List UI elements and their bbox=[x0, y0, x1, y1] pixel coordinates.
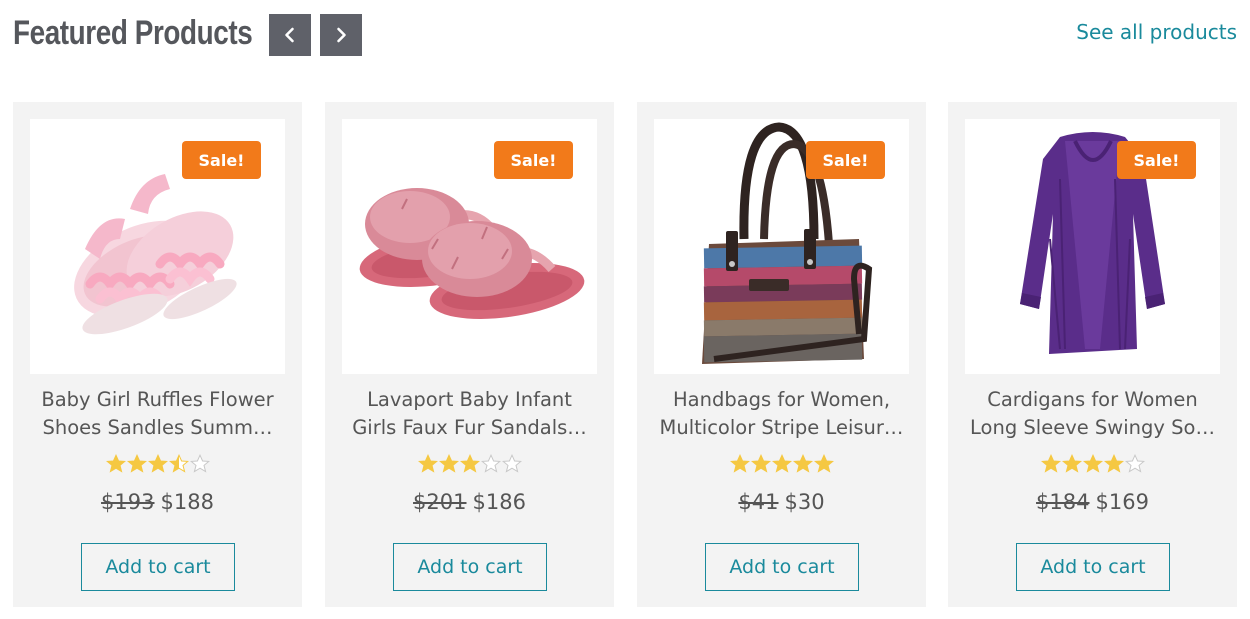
section-header: Featured Products See all products bbox=[0, 0, 1250, 80]
product-image[interactable]: Sale! bbox=[342, 119, 597, 374]
star-full-icon bbox=[105, 453, 126, 473]
star-rating bbox=[13, 453, 302, 474]
star-full-icon bbox=[771, 453, 792, 473]
old-price: $193 bbox=[101, 490, 155, 514]
old-price: $41 bbox=[738, 490, 779, 514]
star-empty-icon bbox=[189, 453, 210, 473]
product-card: Sale! Cardigans for Women Long Sleeve Sw… bbox=[948, 102, 1237, 607]
star-full-icon bbox=[1061, 453, 1082, 473]
star-half-icon bbox=[168, 453, 189, 473]
product-card: Sale! Lavaport Baby Infant Girls Faux Fu… bbox=[325, 102, 614, 607]
product-image[interactable]: Sale! bbox=[30, 119, 285, 374]
sale-price: $188 bbox=[160, 490, 214, 514]
sale-badge: Sale! bbox=[182, 141, 261, 179]
add-to-cart-button[interactable]: Add to cart bbox=[393, 543, 547, 591]
sale-badge: Sale! bbox=[806, 141, 885, 179]
product-image[interactable]: Sale! bbox=[654, 119, 909, 374]
product-name[interactable]: Lavaport Baby Infant Girls Faux Fur Sand… bbox=[335, 386, 604, 442]
price: $41 $30 bbox=[637, 490, 926, 514]
sale-price: $186 bbox=[472, 490, 526, 514]
star-rating bbox=[637, 453, 926, 474]
old-price: $184 bbox=[1036, 490, 1090, 514]
star-full-icon bbox=[438, 453, 459, 473]
star-full-icon bbox=[417, 453, 438, 473]
star-full-icon bbox=[813, 453, 834, 473]
star-full-icon bbox=[750, 453, 771, 473]
chevron-right-icon bbox=[337, 27, 346, 43]
add-to-cart-button[interactable]: Add to cart bbox=[81, 543, 235, 591]
price: $184 $169 bbox=[948, 490, 1237, 514]
star-full-icon bbox=[1040, 453, 1061, 473]
chevron-left-icon bbox=[285, 27, 294, 43]
product-name[interactable]: Handbags for Women, Multicolor Stripe Le… bbox=[647, 386, 916, 442]
next-button[interactable] bbox=[320, 14, 362, 56]
add-to-cart-button[interactable]: Add to cart bbox=[1016, 543, 1170, 591]
product-name[interactable]: Cardigans for Women Long Sleeve Swingy S… bbox=[958, 386, 1227, 442]
see-all-products-link[interactable]: See all products bbox=[1076, 20, 1237, 44]
section-title: Featured Products bbox=[13, 14, 253, 52]
star-empty-icon bbox=[1124, 453, 1145, 473]
sale-price: $30 bbox=[784, 490, 825, 514]
product-card: Sale! Baby Girl Ruffles Flower Shoes San… bbox=[13, 102, 302, 607]
star-empty-icon bbox=[501, 453, 522, 473]
old-price: $201 bbox=[413, 490, 467, 514]
star-empty-icon bbox=[480, 453, 501, 473]
sale-badge: Sale! bbox=[494, 141, 573, 179]
price: $201 $186 bbox=[325, 490, 614, 514]
prev-button[interactable] bbox=[269, 14, 311, 56]
star-full-icon bbox=[126, 453, 147, 473]
product-image[interactable]: Sale! bbox=[965, 119, 1220, 374]
star-rating bbox=[948, 453, 1237, 474]
star-full-icon bbox=[792, 453, 813, 473]
product-name[interactable]: Baby Girl Ruffles Flower Shoes Sandles S… bbox=[23, 386, 292, 442]
price: $193 $188 bbox=[13, 490, 302, 514]
star-full-icon bbox=[459, 453, 480, 473]
star-full-icon bbox=[729, 453, 750, 473]
product-card: Sale! Handbags for Women, Multicolor Str… bbox=[637, 102, 926, 607]
star-full-icon bbox=[1103, 453, 1124, 473]
star-full-icon bbox=[1082, 453, 1103, 473]
star-rating bbox=[325, 453, 614, 474]
sale-badge: Sale! bbox=[1117, 141, 1196, 179]
sale-price: $169 bbox=[1095, 490, 1149, 514]
star-full-icon bbox=[147, 453, 168, 473]
add-to-cart-button[interactable]: Add to cart bbox=[705, 543, 859, 591]
